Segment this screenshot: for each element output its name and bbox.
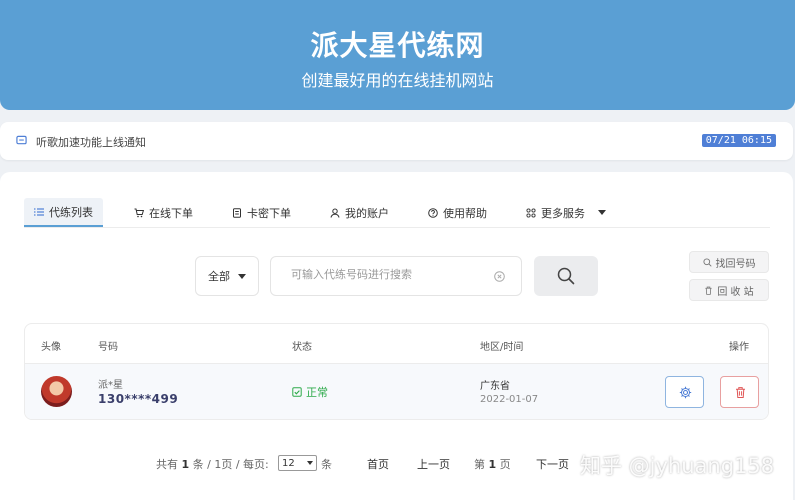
summary-suffix: 条: [321, 458, 332, 471]
current-suffix: 页: [499, 458, 511, 471]
watermark: 知乎 @jyhuang158: [580, 454, 775, 478]
summary-prefix: 共有: [156, 458, 178, 471]
search-icon: [702, 257, 712, 267]
check-square-icon: [292, 387, 302, 397]
search-input[interactable]: [291, 268, 491, 281]
settings-button[interactable]: [665, 376, 704, 408]
find-number-button[interactable]: 找回号码: [689, 251, 769, 273]
region-text: 广东省: [480, 381, 510, 392]
table-header: 头像 号码 状态 地区/时间 操作: [25, 324, 768, 364]
tab-label: 在线下单: [149, 206, 193, 220]
pagination-summary: 共有 1 条 / 1页 / 每页:: [156, 456, 269, 472]
status-text: 正常: [306, 386, 328, 399]
tab-label: 使用帮助: [443, 206, 487, 220]
current-page-number: 1: [488, 458, 497, 471]
clear-icon[interactable]: [494, 271, 505, 282]
page-size-select[interactable]: 12: [278, 455, 317, 471]
header-account: 号码: [98, 342, 118, 353]
find-number-label: 找回号码: [715, 258, 756, 270]
current-page: 第 1 页: [474, 456, 511, 472]
tab-help[interactable]: 使用帮助: [418, 198, 497, 227]
recycle-bin-button[interactable]: 回 收 站: [689, 279, 769, 301]
avatar: [41, 376, 72, 407]
summary-mid: 条 / 1页 / 每页:: [192, 458, 269, 471]
trash-icon: [705, 286, 712, 295]
tab-label: 更多服务: [541, 206, 585, 220]
tab-label: 代练列表: [49, 205, 93, 219]
total-count: 1: [181, 458, 190, 471]
chevron-down-icon: [238, 273, 246, 279]
cart-icon: [134, 208, 144, 217]
tab-label: 卡密下单: [247, 206, 291, 220]
first-page-link[interactable]: 首页: [367, 456, 389, 472]
date-text: 2022-01-07: [480, 394, 539, 405]
search-field[interactable]: [270, 256, 522, 296]
tab-order-list[interactable]: 代练列表: [24, 198, 103, 227]
message-icon: [16, 135, 27, 145]
tab-my-account[interactable]: 我的账户: [320, 198, 399, 227]
trash-icon: [736, 387, 745, 398]
grid-icon: [526, 207, 536, 218]
header-banner: 派大星代练网 创建最好用的在线挂机网站: [0, 0, 795, 110]
search-button[interactable]: [534, 256, 598, 296]
filter-select-value: 全部: [208, 270, 230, 283]
search-icon: [557, 267, 575, 285]
chevron-down-icon: [598, 210, 606, 215]
order-table: 头像 号码 状态 地区/时间 操作 派*星 130****499 正常 广东省 …: [24, 323, 769, 420]
recycle-bin-label: 回 收 站: [717, 286, 754, 298]
page-size-value: 12: [282, 457, 295, 469]
prev-page-link[interactable]: 上一页: [417, 456, 450, 472]
tab-online-order[interactable]: 在线下单: [124, 198, 203, 227]
current-prefix: 第: [474, 458, 485, 471]
header-region-time: 地区/时间: [480, 342, 524, 353]
header-status: 状态: [292, 342, 312, 353]
next-page-link[interactable]: 下一页: [536, 456, 569, 472]
table-row: 派*星 130****499 正常 广东省 2022-01-07: [25, 364, 768, 419]
gear-icon: [679, 386, 692, 399]
delete-button[interactable]: [720, 376, 759, 408]
header-avatar: 头像: [41, 342, 61, 353]
list-icon: [34, 207, 44, 216]
tab-label: 我的账户: [345, 206, 389, 220]
notice-time-badge: 07/21 06:15: [701, 134, 776, 147]
notice-text[interactable]: 听歌加速功能上线通知: [36, 134, 146, 150]
help-icon: [428, 207, 438, 218]
user-icon: [330, 208, 340, 218]
card-icon: [233, 207, 241, 218]
account-name: 派*星: [98, 380, 123, 391]
notice-bar[interactable]: 听歌加速功能上线通知 07/21 06:15: [0, 122, 793, 160]
account-number: 130****499: [98, 392, 179, 406]
site-title: 派大星代练网: [310, 29, 485, 62]
site-subtitle: 创建最好用的在线挂机网站: [301, 71, 494, 90]
filter-select[interactable]: 全部: [195, 256, 259, 296]
header-actions: 操作: [729, 342, 749, 353]
tab-card-order[interactable]: 卡密下单: [222, 198, 301, 227]
tab-bar: 代练列表 在线下单 卡密下单 我的账户 使用帮助 更多服务: [24, 198, 770, 228]
status-badge: 正常: [292, 384, 328, 400]
tab-more-services[interactable]: 更多服务: [516, 198, 616, 227]
chevron-down-icon: [307, 461, 313, 465]
